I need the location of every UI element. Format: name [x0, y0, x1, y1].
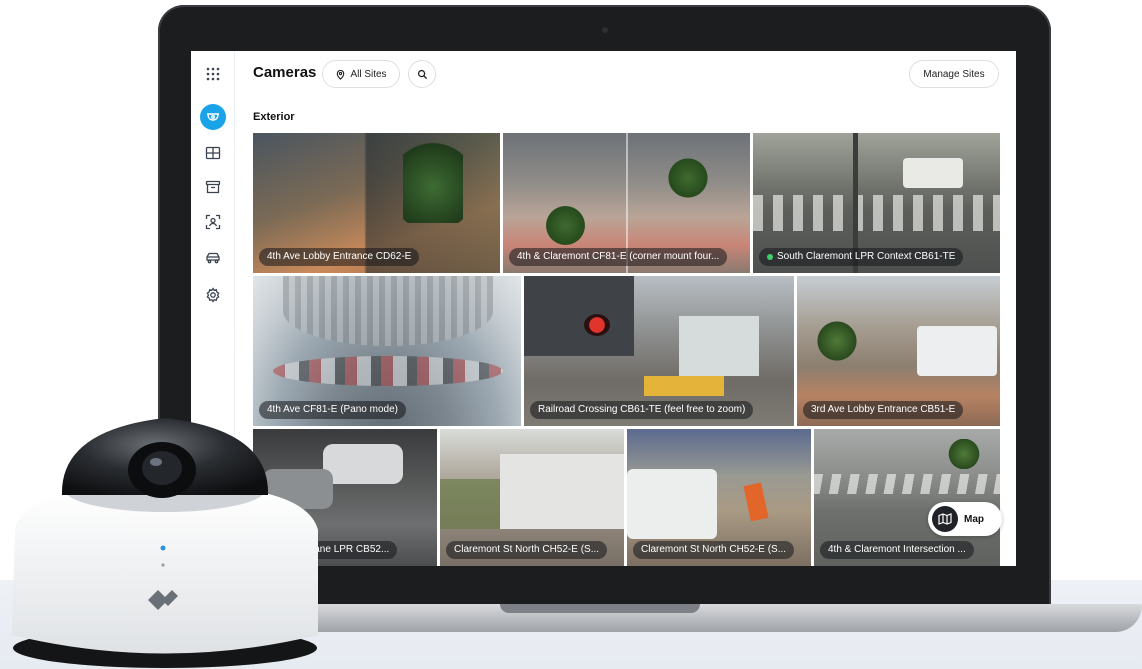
- camera-label: Railroad Crossing CB61-TE (feel free to …: [530, 401, 754, 419]
- camera-tile[interactable]: Railroad Crossing CB61-TE (feel free to …: [524, 276, 794, 426]
- camera-label: South Claremont LPR Context CB61-TE: [759, 248, 964, 266]
- page-title: Cameras: [253, 64, 317, 81]
- camera-label: Claremont St North CH52-E (S...: [446, 541, 608, 559]
- camera-tile[interactable]: 4th & Claremont Intersection ...: [814, 429, 1000, 566]
- camera-label: 3rd Ave Lobby Entrance CB51-E: [803, 401, 964, 419]
- archive-icon[interactable]: [200, 174, 226, 200]
- webcam-dot: [602, 27, 608, 33]
- camera-tile[interactable]: Claremont St North CH52-E (S...: [440, 429, 624, 566]
- camera-label: Claremont St North CH52-E (S...: [633, 541, 795, 559]
- grid-layout-icon[interactable]: [200, 140, 226, 166]
- camera-label: 4th & Claremont CF81-E (corner mount fou…: [509, 248, 728, 266]
- camera-label: 4th & Claremont Intersection ...: [820, 541, 974, 559]
- camera-tile[interactable]: South Claremont LPR Context CB61-TE: [753, 133, 1000, 273]
- site-filter-label: All Sites: [350, 68, 387, 80]
- apps-grid-icon[interactable]: [200, 61, 226, 87]
- vehicle-icon[interactable]: [200, 245, 226, 271]
- dome-camera-product: [12, 418, 318, 668]
- settings-gear-icon[interactable]: [200, 282, 226, 308]
- site-filter-button[interactable]: All Sites: [322, 60, 400, 88]
- camera-tile[interactable]: 4th Ave CF81-E (Pano mode): [253, 276, 521, 426]
- map-icon: [932, 506, 958, 532]
- map-button-label: Map: [964, 513, 984, 525]
- map-button[interactable]: Map: [928, 502, 1002, 536]
- camera-label: 4th Ave Lobby Entrance CD62-E: [259, 248, 420, 266]
- laptop-notch: [500, 604, 700, 613]
- camera-tile[interactable]: 3rd Ave Lobby Entrance CB51-E: [797, 276, 1000, 426]
- camera-tile[interactable]: Claremont St North CH52-E (S...: [627, 429, 811, 566]
- camera-dome-icon[interactable]: [200, 104, 226, 130]
- search-icon: [417, 69, 427, 79]
- online-status-dot: [767, 254, 773, 260]
- manage-sites-button[interactable]: Manage Sites: [909, 60, 999, 88]
- search-button[interactable]: [408, 60, 436, 88]
- face-scan-icon[interactable]: [200, 209, 226, 235]
- camera-tile[interactable]: 4th Ave Lobby Entrance CD62-E: [253, 133, 500, 273]
- camera-tile[interactable]: 4th & Claremont CF81-E (corner mount fou…: [503, 133, 750, 273]
- location-pin-icon: [337, 69, 345, 80]
- section-title: Exterior: [253, 111, 295, 123]
- top-header: Cameras All Sites Manage Sites: [235, 51, 1016, 97]
